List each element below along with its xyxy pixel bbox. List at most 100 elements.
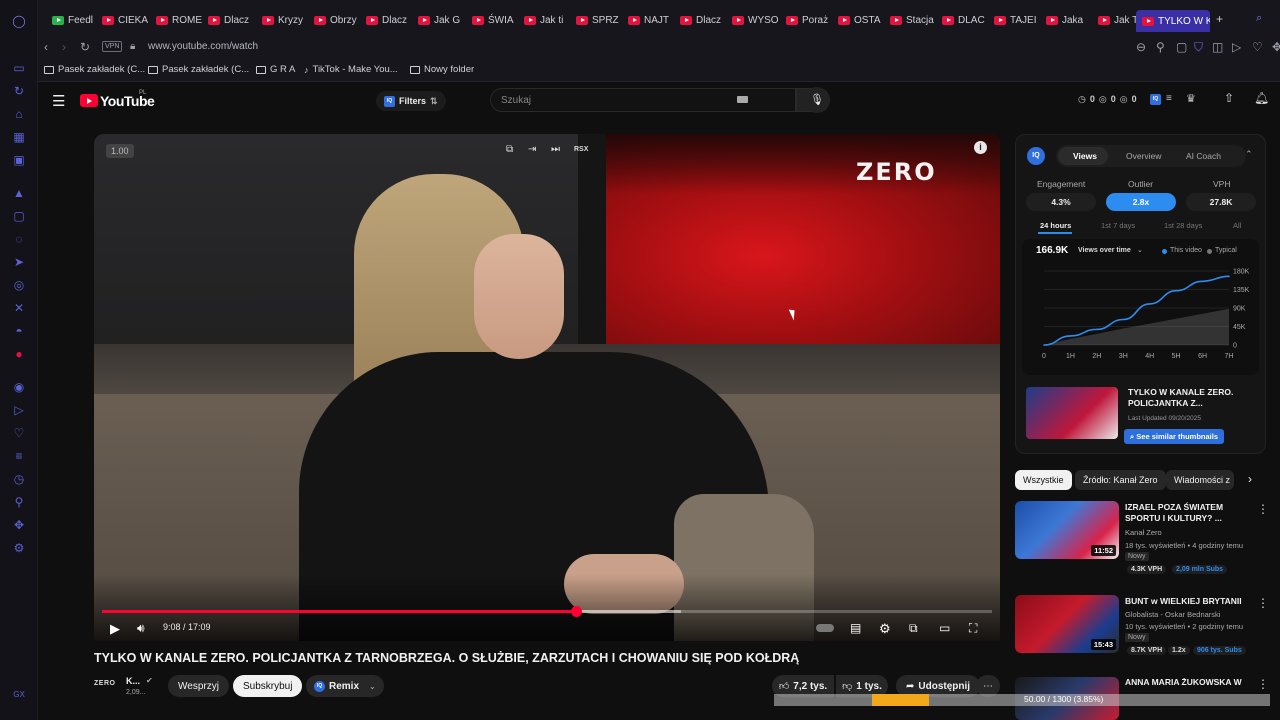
range-28d[interactable]: 1st 28 days [1164, 221, 1202, 230]
url-field[interactable]: www.youtube.com/watch [148, 41, 258, 52]
notifications-bell-icon[interactable]: 🔔︎ [1254, 91, 1269, 105]
browser-tab[interactable]: Kryzy [262, 9, 308, 31]
range-7d[interactable]: 1st 7 days [1101, 221, 1135, 230]
gx-icon[interactable]: GX [12, 688, 26, 702]
extensions-icon[interactable]: ⚲ [12, 495, 26, 509]
messenger-m-icon[interactable]: ▣ [12, 153, 26, 167]
video-player[interactable]: ZERO 1.00 ⧉ ⇥ ⏭︎ RSX i ▶ 🔊︎ 9:08 / 17:09… [94, 134, 1000, 641]
views-dropdown[interactable]: Views over time [1078, 247, 1131, 254]
trophy-icon[interactable]: ♛ [1186, 92, 1196, 105]
more-vertical-icon[interactable]: ⋮ [1257, 596, 1269, 610]
workspaces-icon[interactable]: ▭ [12, 61, 26, 75]
range-24h[interactable]: 24 hours [1040, 221, 1071, 230]
browser-tab[interactable]: Obrzy [314, 9, 360, 31]
chips-next-arrow-icon[interactable]: › [1248, 472, 1252, 486]
browser-tab[interactable]: Jak ti [524, 9, 570, 31]
browser-tab[interactable]: Jaka [1046, 9, 1092, 31]
back-arrow-icon[interactable]: ‹ [44, 40, 48, 54]
discord-icon[interactable]: ◓ [12, 324, 26, 338]
rec-thumbnail[interactable]: 15:43 [1015, 595, 1119, 653]
autoplay-toggle[interactable] [816, 624, 834, 632]
browser-tab[interactable]: Poraż [786, 9, 832, 31]
tab-views[interactable]: Views [1073, 151, 1097, 161]
pip-exit-icon[interactable]: ⇥ [528, 144, 536, 155]
aria-ai-icon[interactable]: ▲ [12, 186, 26, 200]
rec-channel[interactable]: Kanał Zero [1125, 528, 1162, 537]
rec-thumbnail[interactable]: 11:52 [1015, 501, 1119, 559]
screenshot-icon[interactable]: ⧉ [506, 144, 513, 155]
bookmark-item[interactable]: ♪ TikTok - Make You... [304, 64, 398, 75]
speed-dial-icon[interactable]: ⌂ [12, 107, 26, 121]
browser-tab[interactable]: DLAC [942, 9, 988, 31]
chip-all[interactable]: Wszystkie [1015, 470, 1072, 490]
chip-source[interactable]: Źródło: Kanał Zero [1075, 470, 1166, 490]
forward-arrow-icon[interactable]: › [62, 40, 66, 54]
messenger-icon[interactable]: ◌ [12, 232, 26, 246]
fullscreen-icon[interactable]: ⛶ [969, 621, 977, 636]
more-vertical-icon[interactable]: ⋮ [1257, 677, 1269, 691]
remix-button[interactable]: IQ Remix ⌄ [306, 675, 384, 697]
bookmark-item[interactable]: Pasek zakładek (C... [148, 64, 249, 75]
browser-tab[interactable]: OSTA [838, 9, 884, 31]
aria-icon[interactable]: ↻ [12, 84, 26, 98]
playback-speed-badge[interactable]: 1.00 [106, 144, 134, 158]
twitch-icon[interactable]: ▢ [12, 209, 26, 223]
zoom-icon[interactable]: ⊖ [1136, 40, 1146, 54]
spotify-icon[interactable]: ◉ [12, 380, 26, 394]
lock-icon[interactable]: 🔒︎ [130, 41, 135, 52]
youtube-sidebar-icon[interactable]: ● [12, 347, 26, 361]
x-twitter-icon[interactable]: ✕ [12, 301, 26, 315]
new-tab-plus-icon[interactable]: + [1216, 12, 1223, 26]
header-counters[interactable]: ◷ 0 ◎ 0 ◎ 0 [1078, 94, 1137, 105]
history-icon[interactable]: ◷ [12, 472, 26, 486]
subtitles-icon[interactable]: ▤ [850, 621, 861, 635]
more-vertical-icon[interactable]: ⋮ [1257, 502, 1269, 516]
skip-forward-icon[interactable]: ⏭︎ [551, 144, 560, 155]
range-all[interactable]: All [1233, 221, 1241, 230]
iq-header-icon[interactable]: IQ [1150, 94, 1161, 105]
telegram-icon[interactable]: ➤ [12, 255, 26, 269]
browser-tab[interactable]: Stacja [890, 9, 936, 31]
youtube-logo-icon[interactable] [80, 94, 98, 107]
support-button[interactable]: Wesprzyj [168, 675, 229, 697]
search-input[interactable]: Szukaj [490, 88, 796, 112]
list-icon[interactable]: ≡ [12, 449, 26, 463]
rec-title[interactable]: BUNT w WIELKIEJ BRYTANII [1125, 596, 1245, 607]
snapshot-icon[interactable]: ▢ [1176, 40, 1187, 54]
tabs-icon[interactable]: ▦ [12, 130, 26, 144]
browser-tab[interactable]: Feedl [52, 9, 98, 31]
channel-avatar[interactable]: ZERO [94, 680, 115, 687]
browser-tab[interactable]: SPRZ [576, 9, 622, 31]
bookmark-item[interactable]: G R A [256, 64, 295, 75]
browser-tab[interactable]: Jak G [418, 9, 464, 31]
info-icon[interactable]: i [974, 141, 987, 154]
progress-scrubber-handle[interactable] [571, 606, 582, 617]
chevron-down-icon[interactable]: ⌄ [1137, 246, 1143, 254]
rsx-button[interactable]: RSX [574, 146, 588, 153]
browser-tab[interactable]: Dlacz [366, 9, 412, 31]
instagram-icon[interactable]: ◎ [12, 278, 26, 292]
heart-icon[interactable]: ♡ [12, 426, 26, 440]
upload-icon[interactable]: ⇧ [1224, 91, 1234, 105]
browser-tab[interactable]: NAJT [628, 9, 674, 31]
chip-news[interactable]: Wiadomości z [1166, 470, 1234, 490]
rec-channel[interactable]: Globalista - Oskar Bednarski [1125, 610, 1220, 619]
browser-tab[interactable]: ŚWIA [472, 9, 518, 31]
collapse-chevron-icon[interactable]: ⌃ [1245, 149, 1253, 160]
vpn-badge[interactable]: VPN [102, 41, 123, 52]
rec-title[interactable]: IZRAEL POZA ŚWIATEM SPORTU I KULTURY? ..… [1125, 502, 1245, 524]
video-thumbnail-preview[interactable] [1026, 387, 1118, 439]
subscribe-button[interactable]: Subskrybuj [233, 675, 303, 697]
browser-tab[interactable]: CIEKA [102, 9, 148, 31]
opera-logo-icon[interactable]: ◯ [12, 14, 26, 28]
tab-ai-coach[interactable]: AI Coach [1186, 151, 1221, 161]
active-tab[interactable]: TYLKO W K [1136, 10, 1210, 32]
browser-tab[interactable]: WYSO [732, 9, 778, 31]
browser-tab[interactable]: Dlacz [680, 9, 726, 31]
outlier-value[interactable]: 2.8x [1106, 193, 1176, 211]
voice-search-button[interactable]: 🎙︎ [804, 87, 830, 113]
play-icon[interactable]: ▶ [110, 621, 120, 637]
browser-tab[interactable]: TAJEI [994, 9, 1040, 31]
theater-mode-icon[interactable]: ▭ [939, 621, 950, 635]
progress-bar[interactable] [102, 606, 992, 617]
